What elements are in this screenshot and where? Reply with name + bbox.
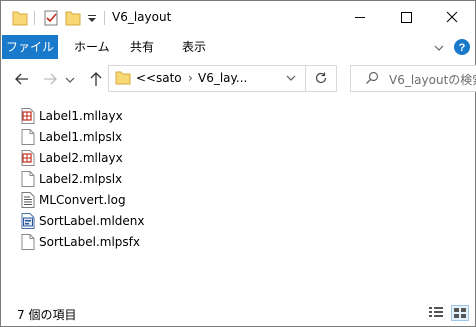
list-item[interactable]: MLConvert.log	[19, 191, 219, 209]
file-name: Label2.mllayx	[39, 151, 123, 165]
qat-separator	[34, 11, 35, 25]
layout-file-icon	[21, 108, 35, 124]
title-bar: V6_layout	[1, 1, 475, 35]
ribbon-tabs: ファイル ホーム 共有 表示 ?	[1, 35, 475, 60]
app-file-icon	[21, 213, 35, 229]
breadcrumb-overflow[interactable]: <<	[136, 71, 156, 85]
back-arrow-icon[interactable]	[13, 70, 31, 88]
breadcrumb-current[interactable]: V6_lay...	[198, 71, 247, 85]
address-bar[interactable]: << sato › V6_lay...	[108, 65, 337, 92]
folder-icon[interactable]	[12, 9, 28, 27]
refresh-icon[interactable]	[314, 71, 328, 85]
file-list: Label1.mllayx Label1.mlpslx Label2.mllay…	[1, 99, 475, 291]
document-icon	[21, 234, 35, 250]
file-name: Label2.mlpslx	[39, 172, 123, 186]
file-name: SortLabel.mldenx	[39, 214, 145, 228]
qat-customize-icon[interactable]	[87, 9, 97, 27]
up-arrow-icon[interactable]	[87, 70, 105, 88]
list-item[interactable]: SortLabel.mlpsfx	[19, 233, 219, 251]
tab-file[interactable]: ファイル	[2, 35, 58, 59]
svg-text:?: ?	[459, 42, 466, 54]
log-file-icon	[21, 192, 35, 208]
recent-locations-icon[interactable]	[64, 70, 76, 88]
document-icon	[21, 171, 35, 187]
minimize-button[interactable]	[337, 1, 383, 35]
list-item[interactable]: Label2.mllayx	[19, 149, 219, 167]
status-bar: 7 個の項目	[1, 299, 475, 326]
file-name: Label1.mlpslx	[39, 130, 123, 144]
tab-share[interactable]: 共有	[130, 35, 154, 59]
large-icons-view-icon[interactable]	[451, 305, 469, 321]
search-icon	[365, 71, 379, 85]
list-item[interactable]: Label1.mllayx	[19, 107, 219, 125]
file-name: Label1.mllayx	[39, 109, 123, 123]
maximize-button[interactable]	[383, 1, 429, 35]
folder-icon	[115, 70, 131, 86]
tab-home[interactable]: ホーム	[74, 35, 110, 59]
search-box[interactable]: V6_layoutの検索	[350, 65, 476, 92]
search-placeholder: V6_layoutの検索	[389, 73, 476, 87]
chevron-right-icon[interactable]: ›	[188, 71, 193, 85]
new-folder-icon[interactable]	[65, 9, 81, 27]
breadcrumb-sato[interactable]: sato	[156, 71, 182, 85]
file-name: SortLabel.mlpsfx	[39, 235, 141, 249]
tab-view[interactable]: 表示	[182, 35, 206, 59]
list-item[interactable]: SortLabel.mldenx	[19, 212, 219, 230]
details-view-icon[interactable]	[428, 305, 444, 319]
item-count: 7 個の項目	[17, 308, 77, 322]
explorer-window: V6_layout ファイル ホーム 共有 表示 ? << sato › V6_…	[0, 0, 476, 327]
properties-icon[interactable]	[43, 9, 59, 27]
layout-file-icon	[21, 150, 35, 166]
document-icon	[21, 129, 35, 145]
file-name: MLConvert.log	[39, 193, 126, 207]
list-item[interactable]: Label2.mlpslx	[19, 170, 219, 188]
close-button[interactable]	[429, 1, 475, 35]
title-separator	[104, 11, 105, 25]
window-title: V6_layout	[112, 10, 172, 24]
expand-ribbon-icon[interactable]	[433, 42, 445, 52]
address-history-icon[interactable]	[285, 72, 297, 84]
list-item[interactable]: Label1.mlpslx	[19, 128, 219, 146]
help-icon[interactable]: ?	[453, 38, 471, 56]
forward-arrow-icon[interactable]	[41, 70, 59, 88]
address-divider	[305, 66, 306, 91]
